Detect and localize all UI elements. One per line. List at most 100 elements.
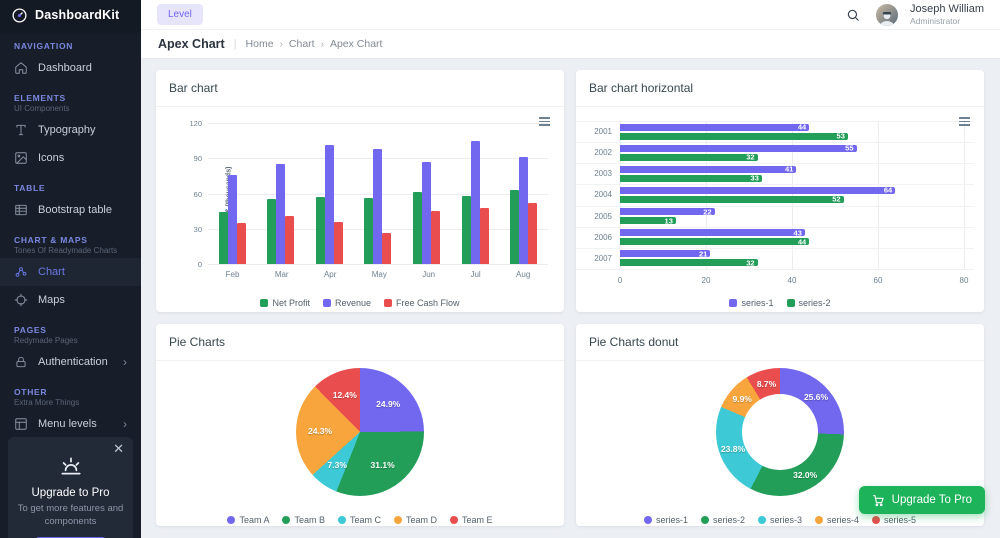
slice-value-label-series-2: 32.0% [793,470,818,481]
bar-group-2003: 2003 41 33 [594,164,964,183]
user-info[interactable]: Joseph William Administrator [910,3,984,26]
x-axis-tick-label: 0 [617,276,623,285]
legend-label: series-1 [741,298,774,308]
legend-item-series-2[interactable]: series-2 [700,515,745,525]
legend-marker [450,516,459,524]
legend-marker [227,516,236,524]
legend-marker [282,516,291,524]
bar-group-apr [315,123,343,264]
plot-area: 1209060300$ (thousands) [189,119,548,269]
bar-chart: 1209060300$ (thousands)FebMarAprMayJunJu… [156,107,564,317]
nav-section-subtitle: UI Components [14,104,70,113]
bar-group-2006: 2006 43 44 [594,228,964,246]
upgrade-title: Upgrade to Pro [31,487,110,499]
x-axis-tick-label: Aug [516,270,531,279]
x-axis-tick-label: May [371,270,387,279]
bar-net-profit-aug [510,189,520,264]
sidebar-item-dashboard[interactable]: Dashboard [0,54,141,82]
nav-section-caption: TABLE [14,183,46,193]
upgrade-card: ✕ Upgrade to Pro To get more features an… [8,437,133,538]
table-icon [14,203,28,217]
close-icon[interactable]: ✕ [113,442,124,455]
slice-value-label-series-4: 9.9% [732,394,752,405]
y-axis-tick-label: 2003 [594,169,612,179]
donut-hole [742,394,818,470]
y-axis-tick-label: 90 [193,154,202,164]
nav-section-caption: PAGES [14,325,47,335]
legend-item-net-profit[interactable]: Net Profit [260,298,310,308]
legend-item-team-a[interactable]: Team A [227,515,269,525]
bar-net-profit-feb [218,212,228,264]
legend-item-series-1[interactable]: series-1 [643,515,688,525]
sidebar-item-authentication[interactable]: Authentication › [0,348,141,376]
bar-net-profit-mar [267,199,277,264]
x-axis-tick-label: Jul [470,270,481,279]
content: Bar chart 1209060300$ (thousands)FebMarA… [141,59,1000,538]
pie-graphic[interactable]: 24.9% 31.1% 7.3% 24.3% 12.4% [296,368,424,496]
legend-item-series-3[interactable]: series-3 [757,515,802,525]
legend-item-team-d[interactable]: Team D [394,515,437,525]
breadcrumb-link-apex-chart[interactable]: Apex Chart [330,38,383,50]
legend-item-series-1[interactable]: series-1 [729,298,774,308]
donut-graphic[interactable]: 25.6% 32.0% 23.8% 9.9% 8.7% [716,368,844,496]
bar-revenue-aug [519,157,529,264]
search-icon[interactable] [846,8,860,22]
sidebar-item-icons[interactable]: Icons [0,144,141,172]
bar-value-label: 41 [784,164,794,174]
sidebar-item-chart[interactable]: Chart [0,258,141,286]
chart-menu-icon[interactable] [959,115,970,128]
legend-item-team-b[interactable]: Team B [282,515,325,525]
legend-label: Team E [462,515,493,525]
bar-chart-horizontal: 0 20 40 60 80 2001 44 53 2002 55 32 2003 41 33 2004 64 5… [576,107,984,317]
bar-free-cash-flow-feb [236,222,246,264]
sidebar-item-menu-levels[interactable]: Menu levels › [0,410,141,438]
legend-item-series-4[interactable]: series-4 [815,515,859,525]
legend-item-series-5[interactable]: series-5 [872,515,916,525]
nav-section-subtitle: Tones Of Readymade Charts [14,246,118,255]
y-axis-tick-label: 2001 [594,127,612,137]
chart-legend: Team A Team B Team C Team D Team E [156,515,564,525]
sidebar-item-maps[interactable]: Maps [0,286,141,314]
bar-group-mar [267,123,295,264]
bar-series-2-2006: 44 [620,237,810,246]
legend-item-free-cash-flow[interactable]: Free Cash Flow [384,298,460,308]
nav-section-caption: NAVIGATION [14,41,74,51]
legend-label: Net Profit [272,298,310,308]
nav-section-caption: ELEMENTS [14,93,66,103]
bar-value-label: 53 [836,131,845,141]
legend-label: Free Cash Flow [396,298,460,308]
bar-net-profit-may [364,198,374,264]
chart-menu-icon[interactable] [539,115,550,128]
legend-label: series-4 [827,515,860,525]
slice-value-label-team-d: 24.3% [307,425,333,436]
cart-icon [872,494,885,507]
legend-label: Team C [349,515,381,525]
brand[interactable]: DashboardKit [0,0,141,30]
upgrade-to-pro-label: Upgrade To Pro [891,494,972,506]
slice-value-label-series-3: 23.8% [720,443,746,454]
sidebar: DashboardKit NAVIGATION Dashboard ELEMENTS… [0,0,141,538]
x-axis-tick-label: Feb [225,270,240,279]
sidebar-item-label: Maps [38,294,65,306]
legend-item-series-2[interactable]: series-2 [786,298,831,308]
bar-free-cash-flow-jul [479,207,489,264]
legend-item-team-c[interactable]: Team C [337,515,381,525]
sidebar-item-typography[interactable]: Typography [0,116,141,144]
bar-value-label: 22 [703,207,712,217]
bar-value-label: 32 [746,258,755,268]
breadcrumb-link-home[interactable]: Home [246,38,274,50]
sidebar-item-bootstrap-table[interactable]: Bootstrap table [0,196,141,224]
bar-group-may [364,123,392,264]
legend-item-revenue[interactable]: Revenue [322,298,371,308]
bar-value-label: 44 [797,122,807,132]
breadcrumb-link-chart[interactable]: Chart [289,38,315,50]
level-button[interactable]: Level [157,4,203,25]
legend-marker [394,516,402,524]
user-avatar-image[interactable] [876,3,899,26]
y-axis-tick-label: 2002 [594,148,612,158]
legend-item-team-e[interactable]: Team E [450,515,493,525]
bar-value-label: 43 [793,228,802,238]
upgrade-to-pro-button[interactable]: Upgrade To Pro [858,486,985,514]
bar-free-cash-flow-jun [431,211,441,264]
bar-free-cash-flow-may [382,233,392,264]
